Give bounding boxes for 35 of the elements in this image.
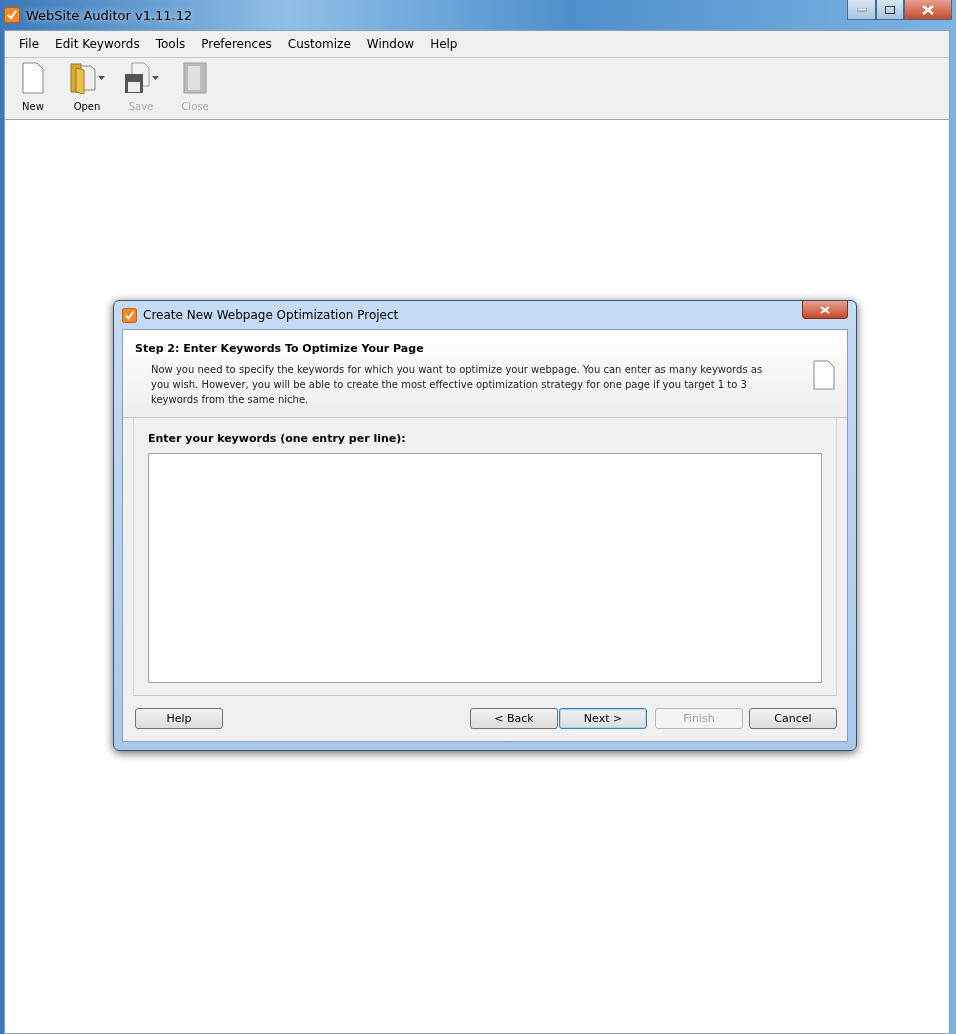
step-description: Now you need to specify the keywords for which you want to optimize your webpage. You can enter as many keywords as you wish. However, you will be able to create the most effective optimization strategy for one page if you target 1 to 3 keywords from the same niche. xyxy=(150,363,764,407)
close-button[interactable] xyxy=(802,301,848,319)
minimize-button[interactable] xyxy=(847,0,876,20)
menu-item[interactable]: Edit Keywords xyxy=(47,37,148,51)
menu-item[interactable]: Window xyxy=(358,37,423,51)
minimize-icon xyxy=(856,7,867,12)
dialog-button[interactable]: Help xyxy=(135,708,223,729)
menu-item[interactable]: Tools xyxy=(147,37,194,51)
maximize-icon xyxy=(885,5,895,14)
close-icon xyxy=(820,305,830,314)
step-title: Step 2: Enter Keywords To Optimize Your Page xyxy=(135,342,425,355)
floppy-disk-icon xyxy=(123,62,150,94)
folder-icon xyxy=(183,62,207,94)
dialog-title: Create New Webpage Optimization Project xyxy=(143,308,399,322)
close-button[interactable] xyxy=(904,0,952,20)
toolbar-button-label[interactable]: Open xyxy=(73,101,101,112)
folder-icon xyxy=(69,62,96,94)
close-icon xyxy=(922,4,934,15)
dialog-button[interactable]: < Back xyxy=(470,708,558,729)
menu-item[interactable]: Help xyxy=(422,37,466,51)
window-title: WebSite Auditor v1.11.12 xyxy=(26,7,193,23)
menu-item[interactable]: File xyxy=(11,37,48,51)
dialog-button[interactable]: Cancel xyxy=(749,708,837,729)
dialog-button[interactable]: Next > xyxy=(559,708,647,729)
app-logo-icon xyxy=(122,307,137,323)
document-icon xyxy=(22,62,44,94)
toolbar-button-label[interactable]: New xyxy=(22,101,44,112)
keywords-input-field[interactable] xyxy=(148,453,822,683)
menu-item[interactable]: Customize xyxy=(279,37,359,51)
field-label: Enter your keywords (one entry per line): xyxy=(148,432,407,445)
maximize-button[interactable] xyxy=(876,0,904,20)
document-icon xyxy=(813,360,835,390)
menu-item[interactable]: Preferences xyxy=(193,37,280,51)
caret-icon[interactable] xyxy=(97,76,105,80)
app-logo-icon xyxy=(4,7,20,23)
